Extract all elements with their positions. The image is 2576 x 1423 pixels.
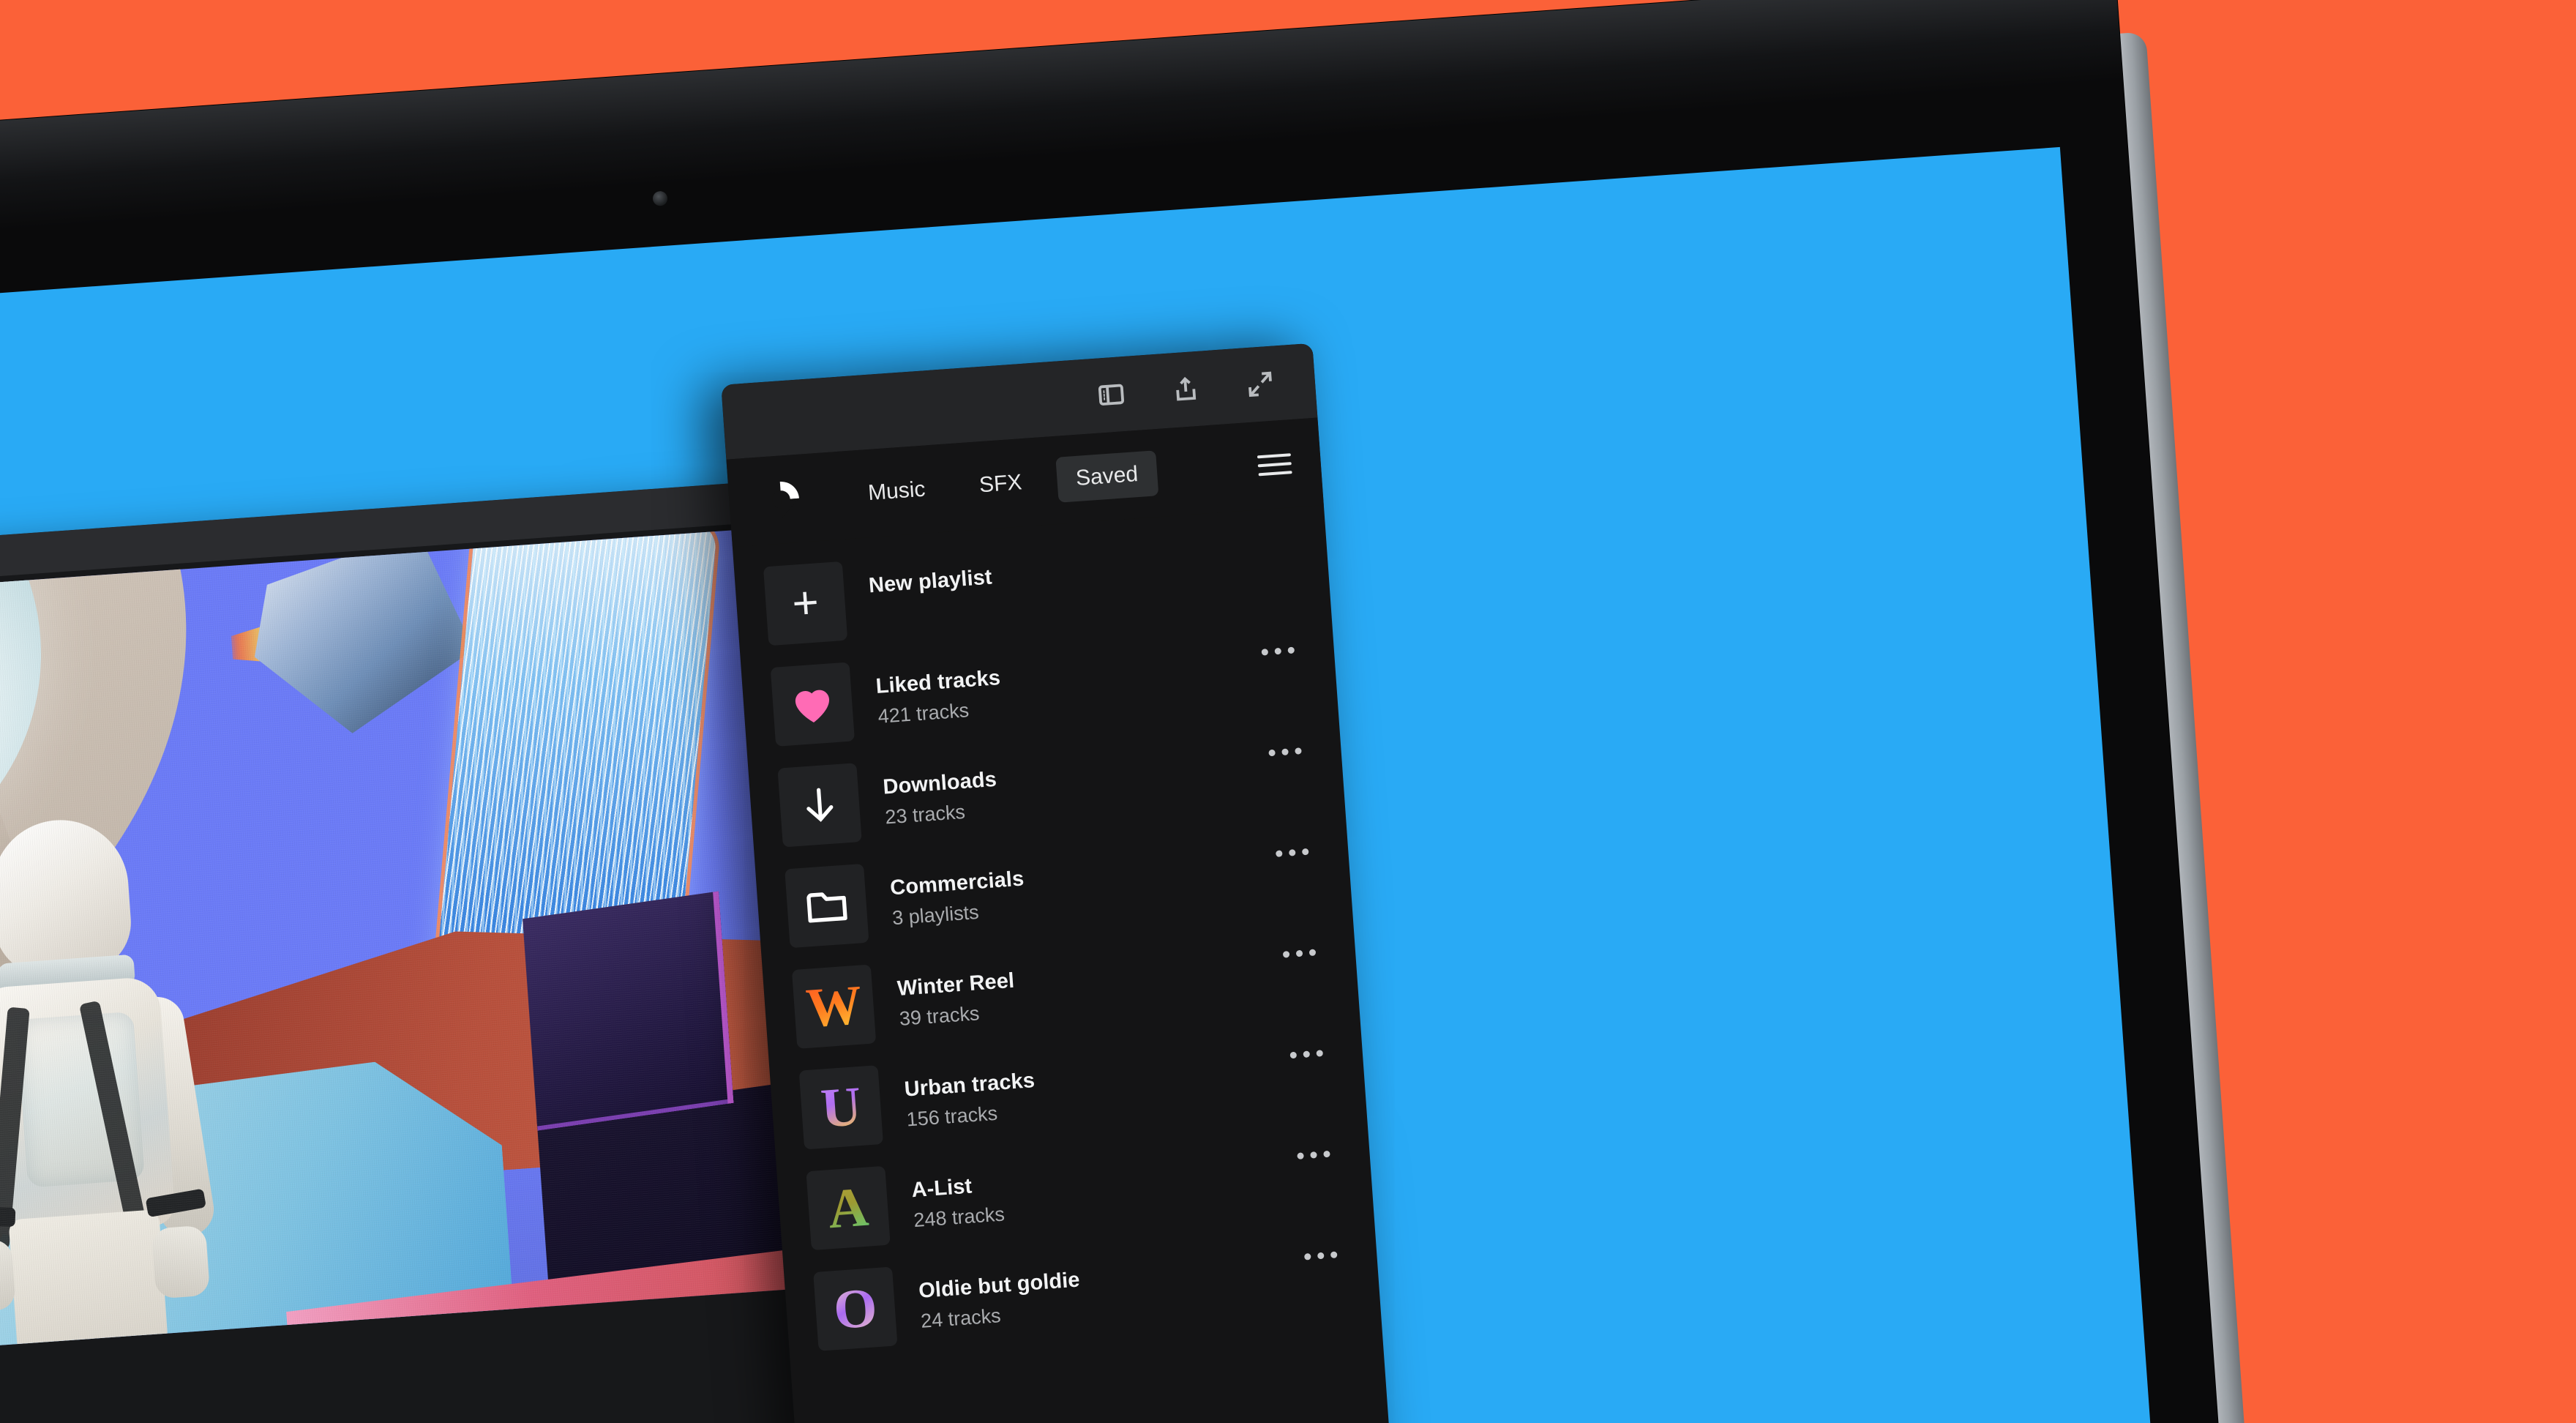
folder-icon <box>785 863 869 949</box>
letter-w-icon: W <box>791 964 877 1049</box>
webcam-icon <box>652 190 668 206</box>
playlist-initial: O <box>831 1277 880 1342</box>
video-editor-window: Source: Color Match <box>0 479 867 1423</box>
tab-music[interactable]: Music <box>847 466 946 518</box>
ellipsis-icon[interactable] <box>1297 1150 1330 1159</box>
list-item-subtitle: 3 playlists <box>891 900 980 930</box>
sidebar-toggle-icon[interactable] <box>1093 377 1129 413</box>
library-tabs: Music SFX Saved <box>847 450 1159 518</box>
purple-cube <box>523 891 734 1131</box>
list-item-subtitle: 156 tracks <box>905 1102 999 1131</box>
list-item-title: Commercials <box>889 867 1025 900</box>
list-item-title: A-List <box>910 1174 973 1203</box>
ellipsis-icon[interactable] <box>1276 848 1309 857</box>
video-preview-frame <box>0 526 842 1377</box>
screenshot-scene: Source: Color Match <box>0 0 2576 1423</box>
ellipsis-icon[interactable] <box>1304 1251 1338 1260</box>
playlist-initial: W <box>804 974 864 1039</box>
letter-u-icon: U <box>798 1065 884 1150</box>
list-item-title: Oldie but goldie <box>918 1268 1081 1303</box>
fullscreen-icon[interactable] <box>1242 366 1278 402</box>
list-item-subtitle: 23 tracks <box>884 800 966 829</box>
desktop-wallpaper: Source: Color Match <box>0 146 2160 1423</box>
download-arrow-icon <box>777 763 862 848</box>
astronaut-subject <box>0 810 244 1357</box>
playlist-list: + New playlist Liked tracks 421 tracks D… <box>733 505 1382 1372</box>
list-item-title: Winter Reel <box>896 968 1016 1001</box>
list-item-subtitle: 248 tracks <box>913 1203 1006 1232</box>
share-icon[interactable] <box>1168 372 1204 408</box>
list-item-title: New playlist <box>867 565 993 598</box>
list-item-title: Downloads <box>882 767 997 799</box>
list-item-subtitle: 39 tracks <box>898 1002 981 1030</box>
epidemic-sound-logo[interactable] <box>757 475 805 523</box>
list-item-title: Urban tracks <box>903 1069 1036 1102</box>
prism-object <box>247 527 479 740</box>
plus-icon: + <box>763 561 848 646</box>
music-library-window: Music SFX Saved + New playlist Liked tra… <box>721 343 1409 1423</box>
playlist-initial: A <box>825 1176 871 1241</box>
ellipsis-icon[interactable] <box>1268 747 1302 757</box>
list-item-title: Liked tracks <box>875 666 1002 698</box>
ellipsis-icon[interactable] <box>1261 646 1295 656</box>
source-monitor-viewport[interactable] <box>0 520 850 1423</box>
monitor-bezel: Source: Color Match <box>0 0 2232 1423</box>
tab-saved[interactable]: Saved <box>1055 450 1159 503</box>
letter-a-icon: A <box>806 1165 891 1251</box>
list-item-subtitle: 24 tracks <box>920 1304 1002 1332</box>
ellipsis-icon[interactable] <box>1289 1050 1324 1059</box>
heart-icon <box>770 662 855 747</box>
playlist-initial: U <box>818 1075 864 1140</box>
ellipsis-icon[interactable] <box>1282 949 1317 958</box>
letter-o-icon: O <box>813 1266 898 1351</box>
hamburger-icon[interactable] <box>1257 453 1292 477</box>
list-item-subtitle: 421 tracks <box>877 699 970 728</box>
tab-sfx[interactable]: SFX <box>959 458 1042 509</box>
monitor: Source: Color Match <box>0 0 2255 1423</box>
